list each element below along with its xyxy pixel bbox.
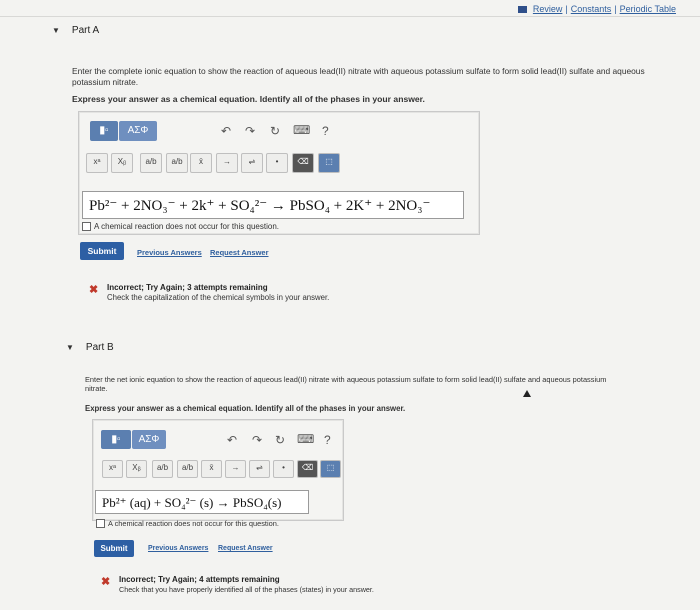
no-reaction-option[interactable]: A chemical reaction does not occur for t… (96, 519, 279, 528)
feedback-title: Incorrect; Try Again; 3 attempts remaini… (107, 283, 268, 292)
part-b-instruction: Express your answer as a chemical equati… (85, 404, 406, 413)
prompt-line: Enter the complete ionic equation to sho… (72, 66, 645, 76)
templates-button[interactable]: ▮▫ (90, 121, 118, 141)
checkbox[interactable] (96, 519, 105, 528)
prompt-line: Enter the net ionic equation to show the… (85, 375, 607, 384)
symbols-button[interactable]: ΑΣΦ (132, 430, 166, 449)
review-link[interactable]: Review (533, 4, 563, 14)
dot-button[interactable]: • (273, 460, 294, 478)
incorrect-icon: ✖ (89, 284, 99, 296)
feedback-title: Incorrect; Try Again; 4 attempts remaini… (119, 575, 280, 584)
part-a-instruction: Express your answer as a chemical equati… (72, 94, 425, 104)
part-a-title: Part A (71, 25, 100, 36)
no-reaction-label: A chemical reaction does not occur for t… (94, 222, 279, 231)
periodic-table-link[interactable]: Periodic Table (620, 4, 676, 14)
previous-answers-link[interactable]: Previous Answers (148, 545, 208, 552)
fraction-button[interactable]: a/b (152, 460, 173, 478)
arrow-button[interactable]: → (225, 460, 246, 478)
reset-icon[interactable]: ↻ (270, 124, 280, 138)
part-b-prompt: Enter the net ionic equation to show the… (85, 375, 680, 393)
part-a-prompt: Enter the complete ionic equation to sho… (72, 66, 672, 88)
checkbox[interactable] (82, 222, 91, 231)
request-answer-link[interactable]: Request Answer (210, 248, 269, 257)
help-icon[interactable]: ? (324, 433, 331, 447)
mouse-cursor-icon (523, 390, 531, 397)
prompt-line: nitrate. (85, 384, 108, 393)
undo-icon[interactable]: ↶ (227, 433, 237, 447)
delete-button[interactable]: ⌫ (297, 460, 318, 478)
equilibrium-button[interactable]: ⇌ (249, 460, 270, 478)
redo-icon[interactable]: ↷ (252, 433, 262, 447)
part-b-title: Part B (85, 342, 114, 353)
request-answer-link[interactable]: Request Answer (218, 545, 273, 552)
subscript-button[interactable]: Xᵦ (111, 153, 133, 173)
constants-link[interactable]: Constants (571, 4, 612, 14)
mixed-fraction-button[interactable]: a/b (177, 460, 198, 478)
fraction-button[interactable]: a/b (140, 153, 162, 173)
dot-button[interactable]: • (266, 153, 288, 173)
equilibrium-button[interactable]: ⇌ (241, 153, 263, 173)
keyboard-icon[interactable]: ⌨ (293, 123, 310, 137)
part-b-header[interactable]: ▼ Part B (66, 342, 114, 353)
answer-field[interactable]: Pb²⁻ + 2NO₃⁻ + 2k⁺ + SO₄²⁻ → PbSO₄ + 2K⁺… (82, 191, 464, 219)
arrow-button[interactable]: → (216, 153, 238, 173)
separator: | (565, 4, 568, 14)
feedback-text: Check that you have properly identified … (119, 585, 374, 594)
no-reaction-label: A chemical reaction does not occur for t… (108, 519, 279, 528)
delete-button[interactable]: ⌫ (292, 153, 314, 173)
collapse-caret-icon: ▼ (66, 343, 74, 352)
help-icon[interactable]: ? (322, 124, 329, 138)
superscript-button[interactable]: xᵃ (86, 153, 108, 173)
reset-icon[interactable]: ↻ (275, 433, 285, 447)
collapse-caret-icon: ▼ (52, 26, 60, 35)
top-links: Review | Constants | Periodic Table (517, 4, 676, 14)
submit-button[interactable]: Submit (80, 242, 124, 260)
feedback-text: Check the capitalization of the chemical… (107, 293, 330, 302)
feedback-message: ✖ Incorrect; Try Again; 3 attempts remai… (89, 283, 389, 305)
answer-field[interactable]: Pb²⁺ (aq) + SO₄²⁻ (s) → PbSO₄(s) (95, 490, 309, 514)
part-a-header[interactable]: ▼ Part A (52, 25, 99, 36)
superscript-button[interactable]: xᵃ (102, 460, 123, 478)
incorrect-icon: ✖ (101, 576, 111, 588)
state-button[interactable]: ⬚ (320, 460, 341, 478)
redo-icon[interactable]: ↷ (245, 124, 255, 138)
keyboard-icon[interactable]: ⌨ (297, 432, 314, 446)
feedback-message: ✖ Incorrect; Try Again; 4 attempts remai… (101, 575, 461, 599)
divider (0, 16, 700, 17)
book-icon (517, 5, 527, 13)
undo-icon[interactable]: ↶ (221, 124, 231, 138)
overline-button[interactable]: x̄ (190, 153, 212, 173)
prompt-line: potassium nitrate. (72, 77, 139, 87)
submit-button[interactable]: Submit (94, 540, 134, 557)
state-button[interactable]: ⬚ (318, 153, 340, 173)
mixed-fraction-button[interactable]: a/b (166, 153, 188, 173)
separator: | (614, 4, 617, 14)
overline-button[interactable]: x̄ (201, 460, 222, 478)
no-reaction-option[interactable]: A chemical reaction does not occur for t… (82, 222, 279, 231)
templates-button[interactable]: ▮▫ (101, 430, 131, 449)
symbols-button[interactable]: ΑΣΦ (119, 121, 157, 141)
previous-answers-link[interactable]: Previous Answers (137, 248, 202, 257)
subscript-button[interactable]: Xᵦ (126, 460, 147, 478)
